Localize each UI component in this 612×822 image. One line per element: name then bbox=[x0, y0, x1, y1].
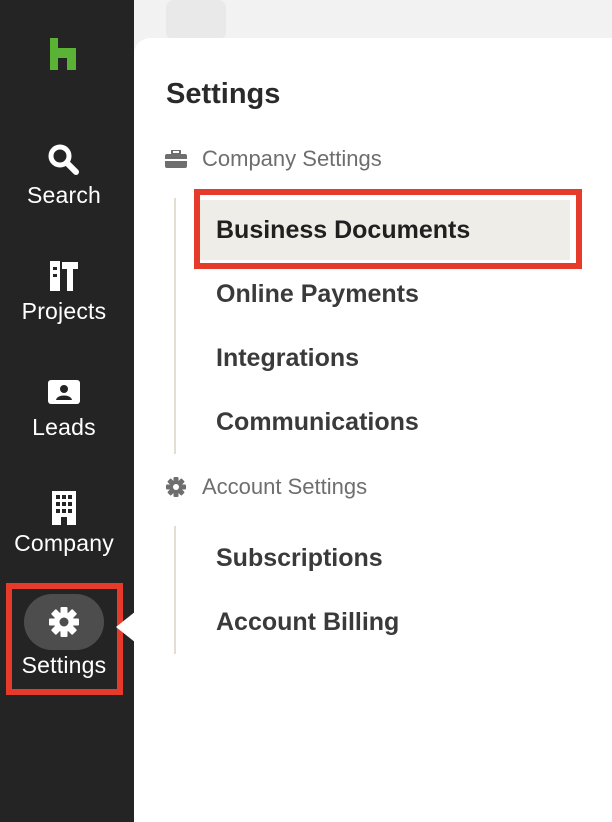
building-icon bbox=[44, 488, 84, 528]
selection-highlight-box bbox=[194, 189, 582, 269]
leads-icon bbox=[44, 372, 84, 412]
nav-label-search: Search bbox=[26, 182, 102, 208]
menu-item-online-payments[interactable]: Online Payments bbox=[216, 280, 419, 309]
nav-item-leads[interactable]: Leads bbox=[0, 372, 128, 441]
menu-item-account-billing[interactable]: Account Billing bbox=[216, 608, 399, 637]
section-company-settings: Company Settings bbox=[164, 146, 382, 172]
section-label: Account Settings bbox=[202, 474, 368, 499]
menu-item-integrations[interactable]: Integrations bbox=[216, 344, 359, 373]
houzz-logo-icon[interactable] bbox=[48, 38, 78, 70]
nav-item-projects[interactable]: Projects bbox=[0, 256, 128, 325]
section-rail bbox=[174, 526, 176, 654]
left-nav: Search Projects Leads Company Settings bbox=[0, 0, 134, 822]
background-element bbox=[166, 0, 226, 40]
panel-title: Settings bbox=[166, 78, 281, 110]
gear-icon bbox=[164, 475, 188, 499]
active-caret bbox=[116, 611, 136, 643]
briefcase-icon bbox=[164, 147, 188, 171]
nav-label-company: Company bbox=[14, 530, 114, 556]
settings-highlight-box bbox=[6, 583, 123, 695]
nav-label-leads: Leads bbox=[32, 414, 96, 440]
section-rail bbox=[174, 198, 176, 454]
menu-item-subscriptions[interactable]: Subscriptions bbox=[216, 544, 383, 573]
section-label: Company Settings bbox=[202, 146, 382, 171]
search-icon bbox=[44, 140, 84, 180]
projects-icon bbox=[44, 256, 84, 296]
section-account-settings: Account Settings bbox=[164, 474, 367, 500]
nav-label-projects: Projects bbox=[21, 298, 107, 324]
nav-item-search[interactable]: Search bbox=[0, 140, 128, 209]
nav-item-company[interactable]: Company bbox=[0, 488, 128, 557]
settings-panel: Settings Company Settings Business Docum… bbox=[134, 38, 612, 822]
menu-item-communications[interactable]: Communications bbox=[216, 408, 419, 437]
